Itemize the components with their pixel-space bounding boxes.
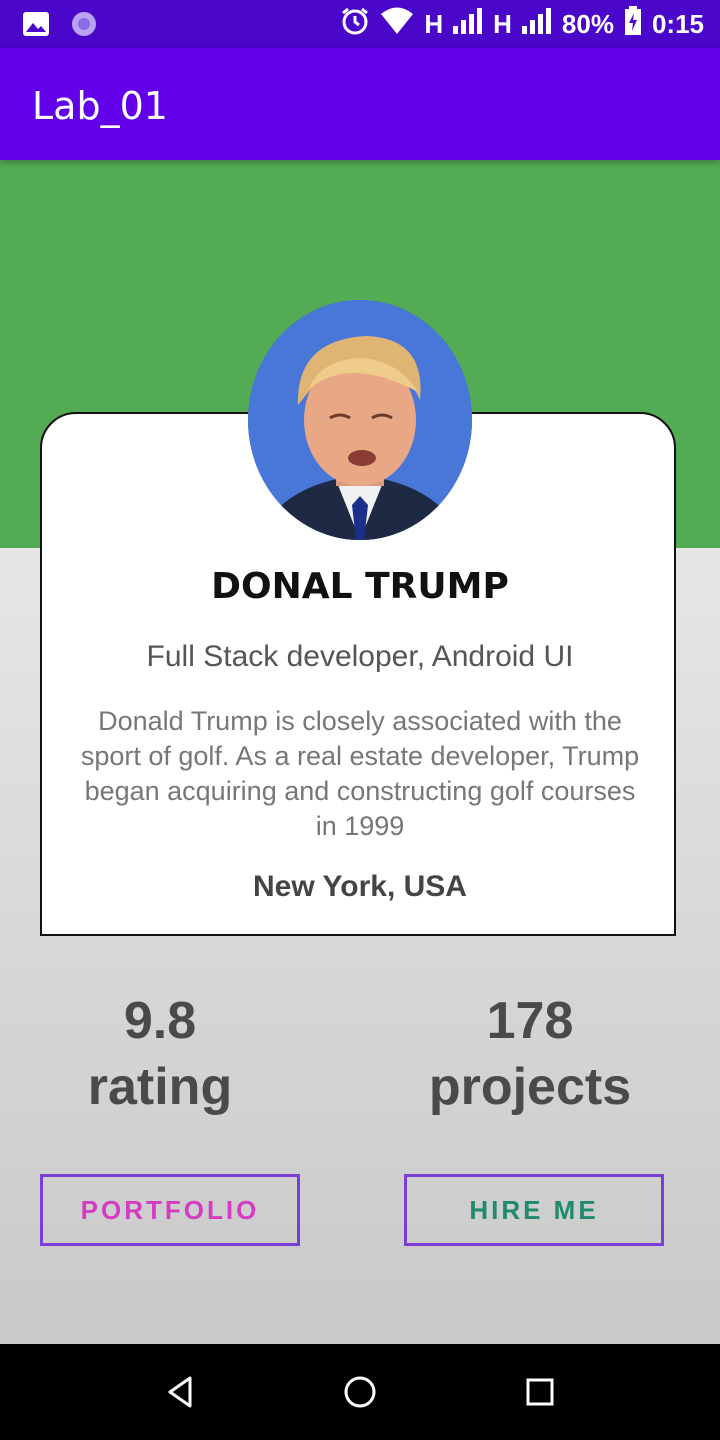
signal-icon [453,7,483,41]
battery-icon [624,5,642,43]
profile-role: Full Stack developer, Android UI [146,640,574,673]
profile-bio: Donald Trump is closely associated with … [80,706,640,841]
network-type-left: H [424,8,444,39]
hire-me-button[interactable]: HIRE ME [404,1174,664,1246]
rating-label: rating [87,1058,233,1116]
projects-label: projects [428,1058,632,1116]
profile-name: DONAL TRUMP [211,566,509,607]
projects-value: 178 [486,992,574,1050]
rating-stat: 9.8 rating [10,988,310,1120]
alarm-icon [340,6,370,43]
portfolio-button[interactable]: PORTFOLIO [40,1174,300,1246]
battery-percent: 80% [561,8,614,39]
image-icon [22,11,50,42]
app-bar: Lab_01 [0,48,720,160]
projects-stat: 178 projects [380,988,680,1120]
sync-icon [70,10,98,43]
status-bar: H H 80% 0:15 [0,0,720,48]
rating-value: 9.8 [123,992,197,1050]
network-type-right: H [493,8,512,39]
signal-icon-2 [521,7,552,41]
home-icon[interactable] [340,1372,380,1412]
app-title: Lab_01 [32,84,168,128]
recents-icon[interactable] [520,1372,560,1412]
profile-location: New York, USA [253,870,467,903]
wifi-icon [380,7,414,42]
back-icon[interactable] [160,1372,200,1412]
clock: 0:15 [651,8,704,39]
profile-avatar [248,300,472,540]
system-navigation-bar [0,1344,720,1440]
